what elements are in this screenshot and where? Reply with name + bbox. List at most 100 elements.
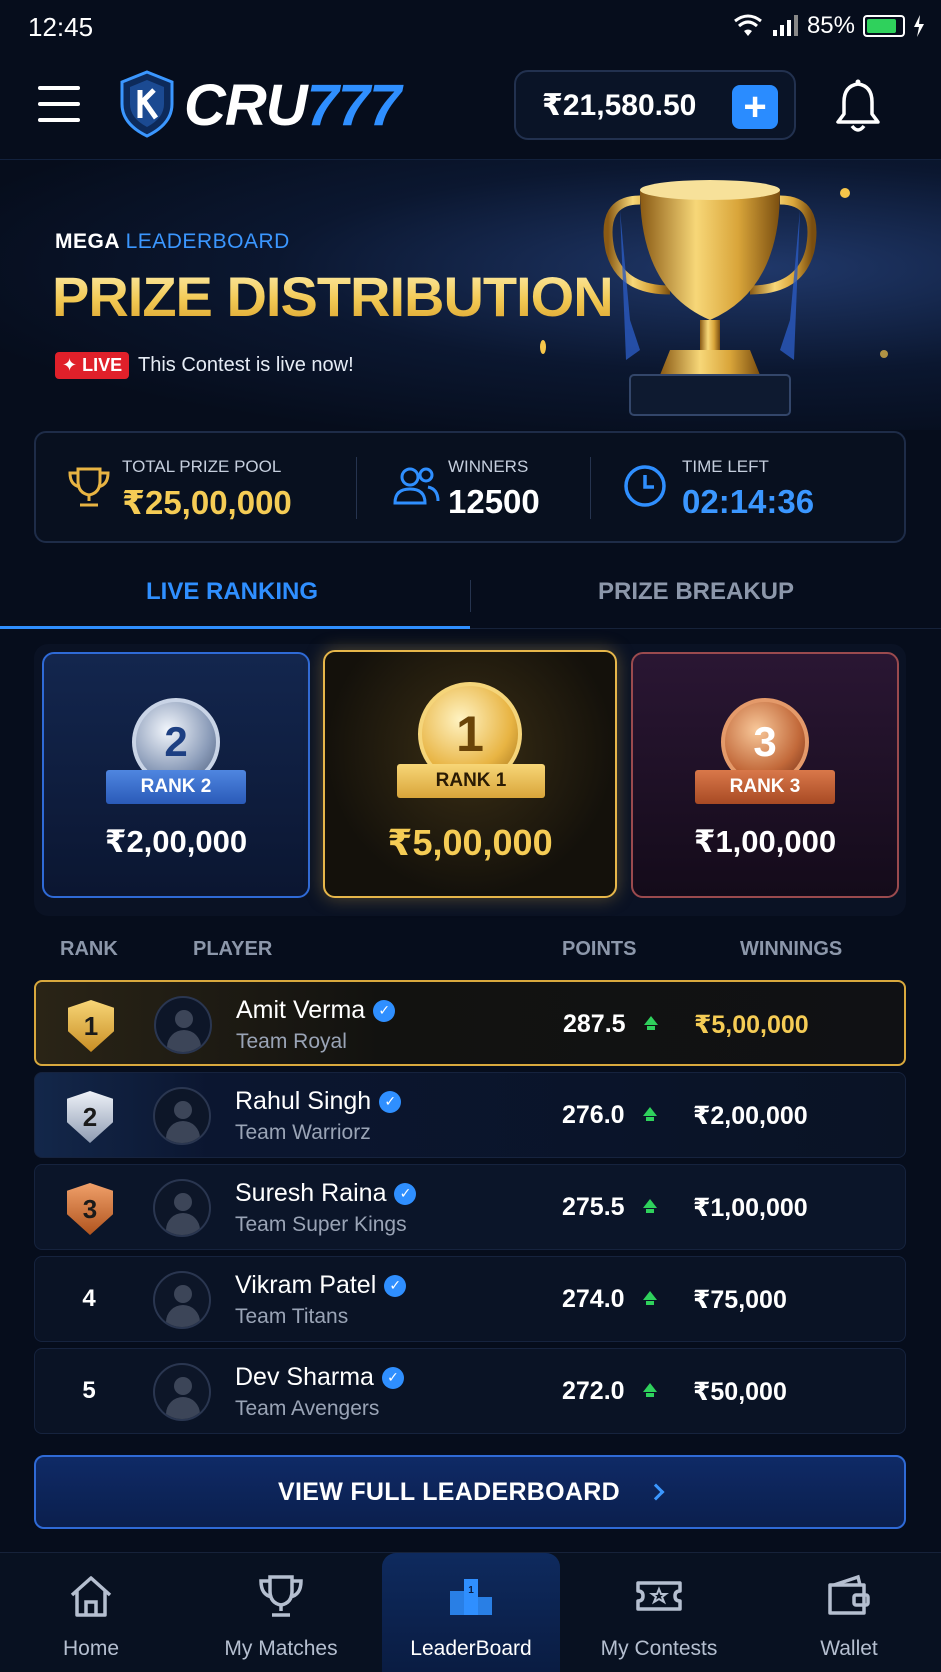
rank-2-ribbon: RANK 2 — [106, 770, 246, 804]
chevron-right-icon — [647, 1483, 665, 1501]
app-header: CRU777 ₹21,580.50 + — [0, 56, 941, 160]
live-status-text: This Contest is live now! — [138, 354, 354, 376]
status-bar: 12:45 85% — [0, 0, 941, 56]
bottom-nav: Home My Matches 1 LeaderBoard My Contest… — [0, 1552, 941, 1672]
wifi-icon — [734, 14, 762, 36]
trend-up-icon — [643, 1199, 657, 1213]
menu-icon[interactable] — [38, 86, 80, 122]
tab-live-ranking[interactable]: LIVE RANKING — [146, 578, 318, 606]
trophy-small-icon — [68, 467, 110, 507]
avatar — [153, 1271, 211, 1329]
player-name: Dev Sharma ✓ — [235, 1363, 404, 1392]
hero-title: PRIZE DISTRIBUTION — [52, 265, 614, 328]
active-tab-indicator — [0, 626, 470, 629]
rank-1-amount: ₹5,00,000 — [387, 822, 553, 863]
live-badge: ✦ LIVE — [55, 352, 130, 379]
verified-icon: ✓ — [379, 1090, 402, 1113]
player-name: Amit Verma ✓ — [236, 996, 396, 1025]
table-row[interactable]: 1 Amit Verma ✓ Team Royal 287.5 ₹5,00,000 — [34, 980, 906, 1066]
add-money-button[interactable]: + — [732, 85, 778, 129]
view-full-label: VIEW FULL LEADERBOARD — [278, 1477, 620, 1506]
rank-number: 4 — [82, 1285, 96, 1312]
player-team: Team Avengers — [235, 1397, 380, 1420]
prize-pool-label: TOTAL PRIZE POOL — [122, 457, 282, 476]
wallet-balance[interactable]: ₹21,580.50 + — [514, 70, 796, 140]
winners-value: 12500 — [448, 483, 540, 520]
trophy-nav-icon — [259, 1575, 303, 1617]
nav-my-contests[interactable]: My Contests — [574, 1553, 744, 1672]
col-winnings: WINNINGS — [740, 938, 843, 960]
player-name: Rahul Singh ✓ — [235, 1087, 402, 1116]
player-winnings: ₹5,00,000 — [694, 1011, 809, 1039]
col-rank: RANK — [60, 938, 118, 960]
player-points: 272.0 — [562, 1377, 625, 1405]
player-team: Team Royal — [236, 1030, 347, 1053]
status-time: 12:45 — [28, 12, 94, 42]
ranking-tabs: LIVE RANKING PRIZE BREAKUP — [0, 560, 941, 630]
trend-up-icon — [644, 1016, 658, 1030]
verified-icon: ✓ — [394, 1182, 417, 1205]
balance-amount: ₹21,580.50 — [542, 88, 697, 122]
podium-icon: 1 — [450, 1579, 492, 1615]
app-logo: CRU777 — [184, 73, 401, 138]
table-row[interactable]: 3 Suresh Raina ✓ Team Super Kings 275.5 ₹… — [34, 1164, 906, 1250]
nav-home[interactable]: Home — [6, 1553, 176, 1672]
trophy-icon — [603, 180, 817, 416]
trend-up-icon — [643, 1383, 657, 1397]
home-icon — [70, 1576, 112, 1617]
player-name: Suresh Raina ✓ — [235, 1179, 417, 1208]
player-winnings: ₹1,00,000 — [693, 1194, 808, 1222]
nav-my-matches[interactable]: My Matches — [196, 1553, 366, 1672]
podium-rank-1[interactable]: 1 RANK 1 ₹5,00,000 — [323, 650, 617, 898]
gold-rank-badge-icon: 1 — [68, 1000, 114, 1052]
avatar — [153, 1179, 211, 1237]
charging-icon — [914, 15, 924, 37]
view-full-leaderboard-button[interactable]: VIEW FULL LEADERBOARD — [34, 1455, 906, 1529]
podium-rank-2[interactable]: 2 RANK 2 ₹2,00,000 — [42, 652, 310, 898]
time-left-value: 02:14:36 — [682, 483, 815, 520]
nav-wallet[interactable]: Wallet — [764, 1553, 934, 1672]
silver-rank-badge-icon: 2 — [67, 1091, 113, 1143]
table-row[interactable]: 2 Rahul Singh ✓ Team Warriorz 276.0 ₹2,00… — [34, 1072, 906, 1158]
verified-icon: ✓ — [381, 1366, 404, 1389]
trend-up-icon — [643, 1107, 657, 1121]
ticket-icon — [636, 1581, 682, 1611]
clock-icon — [624, 465, 666, 507]
podium-rank-3[interactable]: 3 RANK 3 ₹1,00,000 — [631, 652, 899, 898]
rank-number: 5 — [82, 1377, 96, 1404]
verified-icon: ✓ — [373, 999, 396, 1022]
player-team: Team Super Kings — [235, 1213, 407, 1236]
contest-stats: TOTAL PRIZE POOL ₹25,00,000 WINNERS 1250… — [34, 431, 906, 543]
player-winnings: ₹50,000 — [693, 1378, 787, 1406]
nav-leaderboard[interactable]: 1 LeaderBoard — [382, 1553, 560, 1672]
table-row[interactable]: 5 Dev Sharma ✓ Team Avengers 272.0 ₹50,00… — [34, 1348, 906, 1434]
hero-subtitle: MEGA LEADERBOARD — [55, 230, 290, 253]
battery-icon — [863, 15, 905, 37]
leaderboard-header: RANK PLAYER POINTS WINNINGS — [0, 930, 941, 966]
trend-up-icon — [643, 1291, 657, 1305]
player-winnings: ₹2,00,000 — [693, 1102, 808, 1130]
col-player: PLAYER — [193, 938, 273, 960]
signal-icon — [772, 15, 798, 36]
status-indicators: 85% — [733, 12, 925, 40]
wallet-icon — [828, 1574, 870, 1615]
player-winnings: ₹75,000 — [693, 1286, 787, 1314]
bell-icon[interactable] — [832, 78, 884, 134]
rank-3-ribbon: RANK 3 — [695, 770, 835, 804]
prize-pool-value: ₹25,00,000 — [122, 484, 292, 521]
tab-prize-breakup[interactable]: PRIZE BREAKUP — [598, 578, 794, 606]
col-points: POINTS — [562, 938, 637, 960]
svg-text:1: 1 — [468, 1585, 474, 1596]
logo-shield-icon — [120, 70, 174, 138]
player-points: 287.5 — [563, 1010, 626, 1038]
avatar — [153, 1363, 211, 1421]
users-icon — [393, 467, 440, 505]
rank-3-amount: ₹1,00,000 — [693, 824, 837, 859]
avatar — [154, 996, 212, 1054]
player-team: Team Titans — [235, 1305, 349, 1328]
player-points: 276.0 — [562, 1101, 625, 1129]
battery-percent: 85% — [806, 12, 855, 39]
time-left-label: TIME LEFT — [682, 457, 769, 476]
hero-banner: MEGA LEADERBOARD PRIZE DISTRIBUTION ✦ LI… — [0, 160, 941, 430]
table-row[interactable]: 4 Vikram Patel ✓ Team Titans 274.0 ₹75,00… — [34, 1256, 906, 1342]
